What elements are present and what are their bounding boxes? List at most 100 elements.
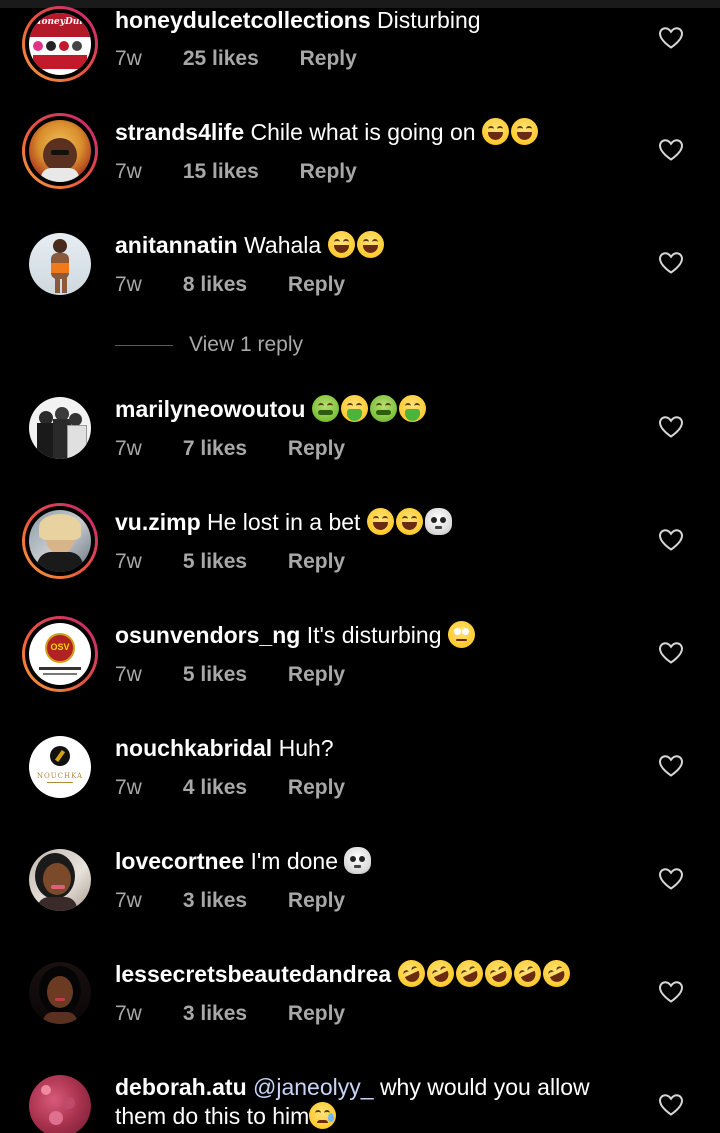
nauseated-face-emoji [311, 395, 339, 422]
comment-time: 7w [115, 273, 142, 296]
avatar-wrapper[interactable] [22, 1068, 98, 1133]
avatar[interactable]: NOUCHKA [29, 736, 91, 798]
comment-text: deborah.atu @janeolyy_ why would you all… [115, 1073, 625, 1131]
likes-count[interactable]: 4 likes [183, 775, 247, 801]
reply-button[interactable]: Reply [288, 549, 345, 575]
comment-text: vu.zimp He lost in a bet [115, 508, 635, 537]
heart-icon[interactable] [658, 415, 684, 439]
comment-meta: 7w 25 likes Reply [115, 46, 357, 72]
vomiting-face-emoji [398, 395, 426, 422]
likes-count[interactable]: 3 likes [183, 888, 247, 914]
username[interactable]: anitannatin [115, 232, 238, 258]
likes-count[interactable]: 3 likes [183, 1001, 247, 1027]
reply-button[interactable]: Reply [288, 436, 345, 462]
comment-body: I'm done [250, 848, 339, 874]
comment-body: Huh? [278, 735, 334, 761]
comment-meta: 7w 5 likes Reply [115, 662, 345, 688]
sad-tear-emoji [309, 1102, 337, 1129]
avatar[interactable] [29, 510, 91, 572]
likes-count[interactable]: 25 likes [183, 46, 259, 72]
likes-count[interactable]: 7 likes [183, 436, 247, 462]
grinning-squint-emoji [327, 231, 355, 258]
comment-meta: 7w 3 likes Reply [115, 1001, 345, 1027]
heart-icon[interactable] [658, 528, 684, 552]
username[interactable]: osunvendors_ng [115, 622, 300, 648]
comment-text: osunvendors_ng It's disturbing [115, 621, 635, 650]
avatar-wrapper[interactable]: NOUCHKA [22, 729, 98, 805]
likes-count[interactable]: 5 likes [183, 549, 247, 575]
heart-icon[interactable] [658, 251, 684, 275]
comment-meta: 7w 5 likes Reply [115, 549, 345, 575]
likes-count[interactable]: 8 likes [183, 272, 247, 298]
comment-item: lovecortnee I'm done 7w 3 likes Reply [0, 842, 720, 955]
comment-text: nouchkabridal Huh? [115, 734, 635, 763]
username[interactable]: deborah.atu [115, 1074, 247, 1100]
heart-icon[interactable] [658, 26, 684, 50]
comment-time: 7w [115, 550, 142, 573]
nauseated-face-emoji [369, 395, 397, 422]
emoji-group [481, 118, 540, 145]
avatar[interactable] [29, 120, 91, 182]
reply-button[interactable]: Reply [300, 159, 357, 185]
avatar-wrapper[interactable] [22, 842, 98, 918]
reply-button[interactable]: Reply [288, 662, 345, 688]
rolling-laughing-emoji [422, 955, 458, 992]
username[interactable]: lovecortnee [115, 848, 244, 874]
reply-button[interactable]: Reply [300, 46, 357, 72]
view-replies-button[interactable]: View 1 reply [115, 333, 303, 361]
comment-text: lovecortnee I'm done [115, 847, 635, 876]
comment-item: strands4life Chile what is going on 7w 1… [0, 113, 720, 226]
username[interactable]: marilyneowoutou [115, 396, 305, 422]
avatar-story-ring[interactable] [22, 113, 98, 189]
comment-item: lessecretsbeautedandrea 7w 3 likes Reply [0, 955, 720, 1068]
avatar[interactable] [29, 849, 91, 911]
mention-link[interactable]: @janeolyy_ [253, 1074, 374, 1100]
comment-item: anitannatin Wahala 7w 8 likes Reply [0, 226, 720, 339]
comment-body: Disturbing [377, 7, 481, 33]
reply-button[interactable]: Reply [288, 272, 345, 298]
avatar-wrapper[interactable] [22, 955, 98, 1031]
avatar[interactable] [29, 233, 91, 295]
heart-icon[interactable] [658, 138, 684, 162]
comment-text: strands4life Chile what is going on [115, 118, 635, 147]
likes-count[interactable]: 15 likes [183, 159, 259, 185]
heart-icon[interactable] [658, 641, 684, 665]
avatar[interactable] [29, 397, 91, 459]
grinning-squint-emoji [481, 118, 509, 145]
avatar-wrapper[interactable] [22, 390, 98, 466]
avatar-story-ring[interactable] [22, 503, 98, 579]
username[interactable]: honeydulcetcollections [115, 7, 371, 33]
reply-button[interactable]: Reply [288, 888, 345, 914]
view-replies-label: View 1 reply [189, 333, 304, 356]
comment-time: 7w [115, 776, 142, 799]
heart-icon[interactable] [658, 867, 684, 891]
username[interactable]: lessecretsbeautedandrea [115, 961, 391, 987]
avatar-wrapper[interactable] [22, 226, 98, 302]
reply-button[interactable]: Reply [288, 775, 345, 801]
comment-body: He lost in a bet [207, 509, 361, 535]
avatar-logo-text: HoneyDulcet [33, 17, 91, 27]
avatar[interactable]: OSV [29, 623, 91, 685]
avatar-logo-text: NOUCHKA [36, 772, 84, 780]
divider-line [115, 344, 173, 346]
reply-button[interactable]: Reply [288, 1001, 345, 1027]
username[interactable]: nouchkabridal [115, 735, 272, 761]
emoji-group [344, 847, 373, 874]
avatar[interactable]: HoneyDulcet [29, 13, 91, 75]
username[interactable]: vu.zimp [115, 509, 201, 535]
vomiting-face-emoji [340, 395, 368, 422]
avatar-story-ring[interactable]: OSV [22, 616, 98, 692]
heart-icon[interactable] [658, 980, 684, 1004]
comment-body: It's disturbing [306, 622, 442, 648]
avatar-story-ring[interactable]: HoneyDulcet [22, 6, 98, 82]
avatar[interactable] [29, 962, 91, 1024]
avatar[interactable] [29, 1075, 91, 1133]
likes-count[interactable]: 5 likes [183, 662, 247, 688]
heart-icon[interactable] [658, 1093, 684, 1117]
comment-item: vu.zimp He lost in a bet 7w 5 likes Repl… [0, 503, 720, 616]
skull-emoji [344, 847, 372, 874]
comment-item: NOUCHKA nouchkabridal Huh? 7w 4 likes Re… [0, 729, 720, 842]
heart-icon[interactable] [658, 754, 684, 778]
username[interactable]: strands4life [115, 119, 244, 145]
comment-item: HoneyDulcet honeydulcetcollections Distu… [0, 6, 720, 119]
